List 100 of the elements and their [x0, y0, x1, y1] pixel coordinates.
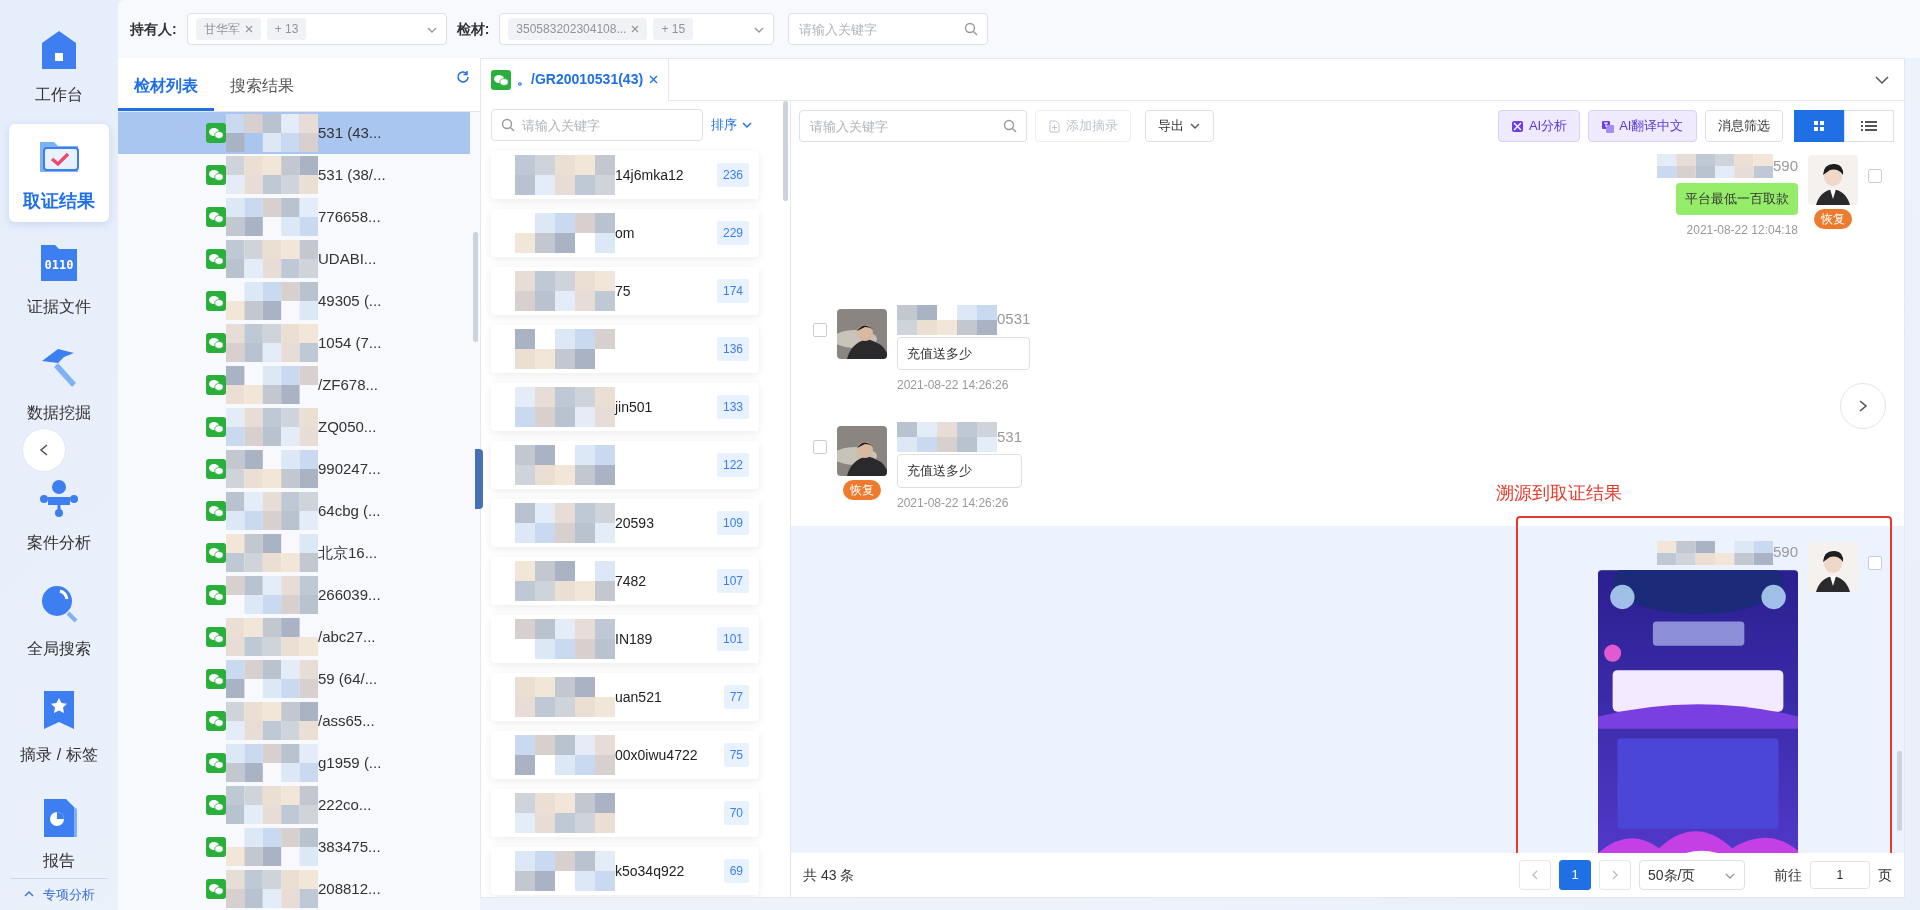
grid-icon: [1813, 120, 1825, 132]
count-badge: 77: [723, 685, 749, 709]
close-icon[interactable]: [649, 75, 659, 84]
message-bubble: 充值送多少: [897, 336, 1031, 370]
nav-item[interactable]: 全局搜索: [9, 572, 109, 670]
contact-card[interactable]: 7482 107: [491, 557, 759, 605]
list-item[interactable]: 776658...: [118, 196, 470, 238]
wechat-icon: [206, 753, 226, 773]
contact-card[interactable]: om 229: [491, 209, 759, 257]
close-icon[interactable]: [631, 25, 640, 33]
list-item[interactable]: 1054 (7...: [118, 322, 470, 364]
tab[interactable]: 搜索结果: [214, 74, 310, 111]
list-item[interactable]: 208812...: [118, 868, 470, 910]
contact-card[interactable]: uan521 77: [491, 673, 759, 721]
list-icon: [1861, 120, 1877, 132]
contact-card[interactable]: k5o34q922 69: [491, 847, 759, 895]
wechat-icon: [206, 291, 226, 311]
contact-card[interactable]: IN189 101: [491, 615, 759, 663]
list-item[interactable]: /abc27...: [118, 616, 470, 658]
count-badge: 122: [716, 453, 749, 477]
nav-item[interactable]: 报告: [9, 784, 109, 882]
toolbar-button[interactable]: 导出: [1145, 110, 1214, 142]
list-item[interactable]: /ZF678...: [118, 364, 470, 406]
list-item[interactable]: 990247...: [118, 448, 470, 490]
document-tab[interactable]: 。/GR20010531(43): [481, 58, 670, 101]
sort-button[interactable]: 排序: [710, 114, 754, 136]
list-item[interactable]: 49305 (...: [118, 280, 470, 322]
search-field[interactable]: 请输入关键字: [799, 110, 1027, 142]
list-item[interactable]: 北京16...: [118, 532, 470, 574]
checkbox[interactable]: [813, 440, 827, 454]
list-item[interactable]: g1959 (...: [118, 742, 470, 784]
wechat-icon: [206, 795, 226, 815]
wechat-icon: [206, 585, 226, 605]
list-item[interactable]: 266039...: [118, 574, 470, 616]
list-item[interactable]: ZQ050...: [118, 406, 470, 448]
next-button[interactable]: [1840, 383, 1886, 429]
nav-item[interactable]: 案件分析: [9, 466, 109, 564]
wechat-icon: [206, 837, 226, 857]
search-icon: [501, 118, 515, 132]
contact-card[interactable]: jin501 133: [491, 383, 759, 431]
checkbox[interactable]: [1868, 555, 1882, 570]
contact-card[interactable]: 14j6mka12 236: [491, 151, 759, 199]
goto-label: 前往: [1774, 865, 1802, 885]
sender-name: 0531: [997, 309, 1031, 330]
list-item[interactable]: 531 (43...: [118, 112, 470, 154]
view-toggle[interactable]: [1794, 110, 1844, 142]
search-field[interactable]: 请输入关键字: [491, 109, 703, 141]
list-item[interactable]: 531 (38/...: [118, 154, 470, 196]
previous-page-button[interactable]: [1519, 860, 1551, 890]
list-item[interactable]: 222co...: [118, 784, 470, 826]
wechat-icon: [206, 669, 226, 689]
wechat-icon: [206, 165, 226, 185]
search-icon: [1003, 119, 1017, 133]
contact-card[interactable]: 70: [491, 789, 759, 837]
wechat-icon: [206, 417, 226, 437]
search-icon: [964, 22, 979, 36]
next-page-button[interactable]: [1599, 860, 1631, 890]
nav-item[interactable]: 0110 证据文件: [9, 230, 109, 328]
refresh-icon[interactable]: [456, 70, 470, 84]
nav-item[interactable]: 摘录 / 标签: [9, 678, 109, 776]
sender-name: 590: [1772, 155, 1798, 176]
page-button[interactable]: 1: [1559, 860, 1591, 890]
scrollbar-thumb[interactable]: [1897, 751, 1902, 831]
page-input[interactable]: 1: [1810, 861, 1870, 889]
timestamp: 2021-08-22 12:04:18: [1686, 221, 1798, 239]
section-link[interactable]: 专项分析: [43, 884, 95, 904]
more-tag: + 15: [653, 18, 694, 40]
scrollbar-thumb[interactable]: [473, 232, 478, 342]
tag-text: 350583202304108...: [516, 21, 627, 38]
list-item[interactable]: UDABI...: [118, 238, 470, 280]
toolbar-button[interactable]: 消息筛选: [1704, 110, 1783, 142]
list-item[interactable]: /ass65...: [118, 700, 470, 742]
search-field[interactable]: 请输入关键字: [788, 13, 989, 45]
count-badge: 70: [723, 801, 749, 825]
count-badge: 107: [716, 569, 749, 593]
recovered-badge: 恢复: [843, 480, 881, 500]
checkbox[interactable]: [813, 322, 827, 337]
recovered-badge: 恢复: [1814, 209, 1852, 229]
nav-item[interactable]: 取证结果: [9, 124, 109, 222]
contact-card[interactable]: 75 174: [491, 267, 759, 315]
list-item[interactable]: 59 (64/...: [118, 658, 470, 700]
collapse-handle[interactable]: [475, 449, 483, 509]
list-item[interactable]: 383475...: [118, 826, 470, 868]
contact-card[interactable]: 20593 109: [491, 499, 759, 547]
checkbox[interactable]: [1868, 169, 1882, 183]
toolbar-button[interactable]: AI翻译中文: [1588, 110, 1697, 142]
scrollbar-thumb[interactable]: [783, 101, 788, 201]
page-size-select[interactable]: 50条/页: [1639, 860, 1745, 890]
wechat-icon: [206, 207, 226, 227]
nav-item[interactable]: 数据挖掘: [9, 336, 109, 434]
contact-card[interactable]: 00x0iwu4722 75: [491, 731, 759, 779]
list-item[interactable]: 64cbg (...: [118, 490, 470, 532]
tag-text: 甘华军: [203, 21, 240, 38]
close-icon[interactable]: [244, 25, 253, 33]
nav-item[interactable]: 工作台: [9, 18, 109, 116]
collapse-button[interactable]: [22, 428, 66, 472]
annotation-label: 溯源到取证结果: [1496, 481, 1622, 505]
toolbar-button[interactable]: AI分析: [1497, 110, 1581, 142]
timestamp: 2021-08-22 14:26:26: [897, 494, 1010, 512]
message-bubble: 充值送多少: [897, 454, 1023, 488]
